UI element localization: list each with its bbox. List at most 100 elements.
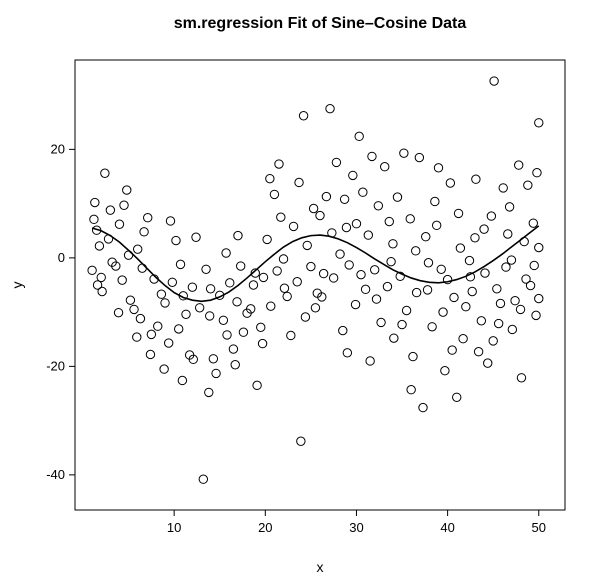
x-axis-label: x: [317, 559, 324, 575]
data-point: [206, 312, 214, 320]
data-point: [484, 359, 492, 367]
data-point: [226, 279, 234, 287]
data-point: [439, 308, 447, 316]
data-point: [259, 273, 267, 281]
data-point: [164, 339, 172, 347]
data-point: [450, 293, 458, 301]
data-point: [319, 269, 327, 277]
data-point: [209, 355, 217, 363]
x-tick-label: 20: [258, 520, 272, 535]
data-point: [283, 292, 291, 300]
data-point: [303, 241, 311, 249]
data-point: [336, 250, 344, 258]
data-point: [370, 266, 378, 274]
data-point: [351, 300, 359, 308]
y-tick-label: 0: [58, 250, 65, 265]
data-point: [355, 132, 363, 140]
y-tick-label: -20: [46, 358, 65, 373]
data-point: [502, 263, 510, 271]
data-point: [195, 304, 203, 312]
data-point: [309, 204, 317, 212]
data-point: [434, 164, 442, 172]
data-point: [339, 326, 347, 334]
data-point: [123, 186, 131, 194]
data-point: [432, 221, 440, 229]
x-tick-label: 30: [349, 520, 363, 535]
data-point: [345, 261, 353, 269]
data-point: [253, 381, 261, 389]
data-point: [287, 331, 295, 339]
data-point: [364, 231, 372, 239]
data-point: [279, 255, 287, 263]
data-point: [448, 346, 456, 354]
data-point: [88, 266, 96, 274]
data-point: [138, 264, 146, 272]
data-point: [93, 281, 101, 289]
data-point: [293, 278, 301, 286]
data-point: [390, 334, 398, 342]
data-point: [267, 302, 275, 310]
data-point: [91, 198, 99, 206]
data-point: [120, 201, 128, 209]
data-point: [133, 245, 141, 253]
data-point: [270, 190, 278, 198]
data-point: [175, 325, 183, 333]
data-point: [407, 386, 415, 394]
data-point: [529, 219, 537, 227]
data-point: [372, 295, 380, 303]
data-point: [389, 240, 397, 248]
data-point: [422, 233, 430, 241]
data-point: [202, 265, 210, 273]
data-point: [493, 285, 501, 293]
data-point: [412, 288, 420, 296]
data-point: [496, 299, 504, 307]
data-point: [140, 228, 148, 236]
data-point: [297, 437, 305, 445]
data-point: [456, 244, 464, 252]
chart-container: sm.regression Fit of Sine–Cosine Data102…: [0, 0, 600, 586]
data-point: [419, 403, 427, 411]
data-point: [307, 262, 315, 270]
data-point: [206, 285, 214, 293]
data-point: [374, 202, 382, 210]
data-point: [535, 119, 543, 127]
data-point: [532, 311, 540, 319]
data-point: [192, 233, 200, 241]
data-point: [462, 303, 470, 311]
data-point: [144, 214, 152, 222]
data-point: [289, 222, 297, 230]
data-point: [188, 283, 196, 291]
data-point: [223, 331, 231, 339]
data-point: [326, 104, 334, 112]
data-point: [168, 278, 176, 286]
data-point: [166, 217, 174, 225]
data-point: [101, 169, 109, 177]
data-point: [219, 316, 227, 324]
data-point: [126, 296, 134, 304]
data-point: [359, 188, 367, 196]
data-point: [415, 153, 423, 161]
data-point: [178, 376, 186, 384]
data-point: [160, 365, 168, 373]
y-tick-label: -40: [46, 467, 65, 482]
data-point: [535, 294, 543, 302]
data-point: [263, 235, 271, 243]
data-point: [508, 325, 516, 333]
data-point: [409, 352, 417, 360]
data-point: [280, 284, 288, 292]
data-point: [343, 349, 351, 357]
data-point: [357, 270, 365, 278]
data-point: [352, 219, 360, 227]
data-point: [383, 282, 391, 290]
data-point: [385, 217, 393, 225]
data-point: [377, 318, 385, 326]
data-point: [239, 328, 247, 336]
y-axis-label: y: [9, 282, 25, 289]
data-point: [301, 313, 309, 321]
data-point: [176, 260, 184, 268]
data-point: [524, 181, 532, 189]
data-point: [480, 225, 488, 233]
data-point: [522, 275, 530, 283]
data-point: [468, 287, 476, 295]
data-point: [381, 163, 389, 171]
